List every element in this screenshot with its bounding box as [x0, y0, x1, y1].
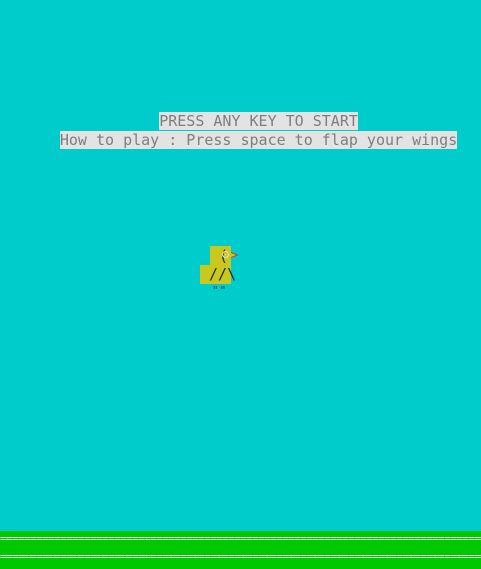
bird-eye-icon — [222, 251, 229, 258]
ground-row-top: ========================================… — [0, 533, 481, 545]
instructions-line: How to play : Press space to flap your w… — [0, 113, 481, 167]
bird-feet: "" — [212, 284, 228, 297]
bird-beak-inner — [231, 253, 236, 257]
ground: ========================================… — [0, 531, 481, 569]
ground-row-bottom: ========================================… — [0, 551, 481, 563]
game-screen[interactable]: PRESS ANY KEY TO START How to play : Pre… — [0, 0, 481, 569]
instructions-text: How to play : Press space to flap your w… — [59, 131, 458, 149]
bird-wing-glyph: //\ — [200, 265, 237, 283]
bird-sprite: ( //\ "" — [200, 246, 242, 297]
